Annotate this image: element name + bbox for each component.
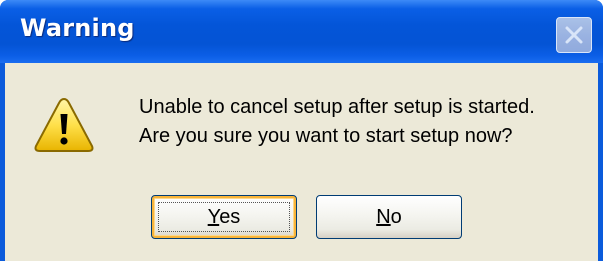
no-button[interactable]: No	[316, 195, 462, 239]
dialog-title: Warning	[20, 14, 135, 42]
close-icon	[565, 26, 583, 44]
message-text: Unable to cancel setup after setup is st…	[139, 93, 535, 151]
warning-dialog: Warning Unable to cancel setup after set…	[0, 0, 603, 261]
message-line: Are you sure you want to start setup now…	[139, 125, 513, 147]
yes-button-label: Yes	[207, 205, 241, 228]
no-button-label: No	[376, 205, 402, 228]
close-button[interactable]	[556, 17, 592, 53]
message-line: Unable to cancel setup after setup is st…	[139, 96, 535, 118]
dialog-body: Unable to cancel setup after setup is st…	[5, 63, 598, 261]
yes-button[interactable]: Yes	[151, 195, 297, 239]
warning-icon	[34, 97, 94, 152]
title-bar[interactable]: Warning	[0, 0, 603, 63]
